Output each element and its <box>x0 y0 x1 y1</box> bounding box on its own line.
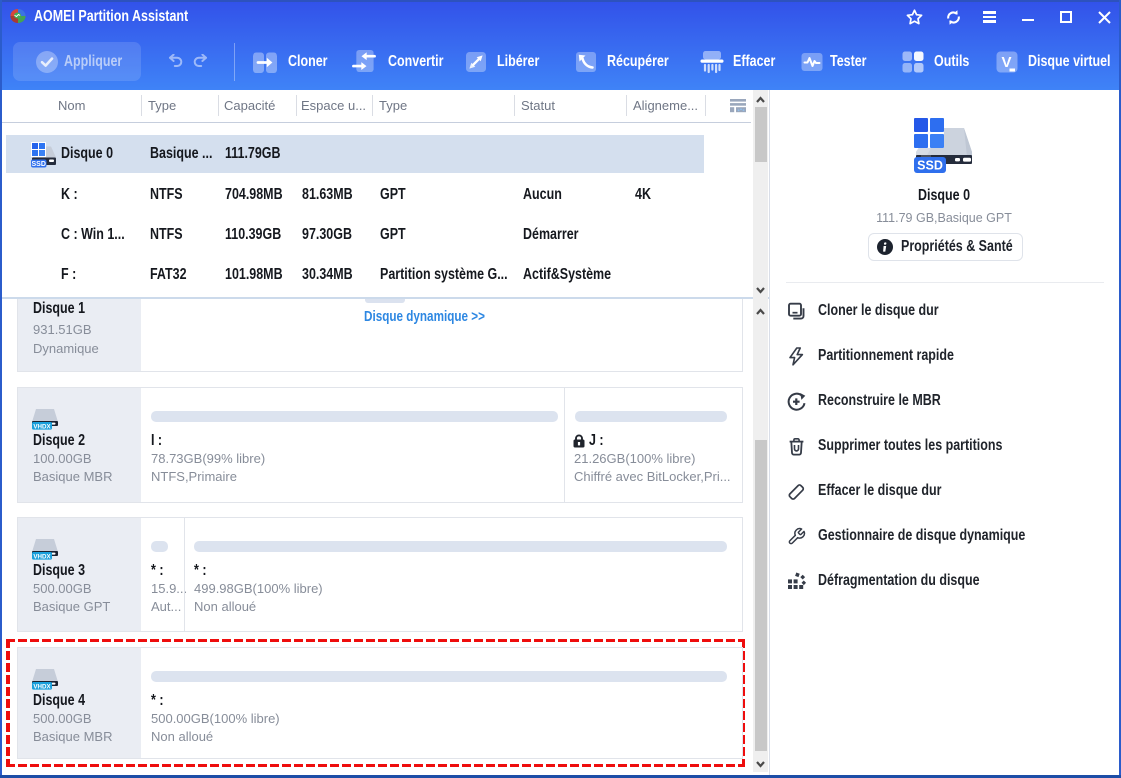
svg-text:SSD: SSD <box>917 159 943 173</box>
svg-text:SSD: SSD <box>31 161 45 168</box>
svg-text:V: V <box>1001 54 1011 71</box>
svg-text:VHDX: VHDX <box>33 553 51 560</box>
svg-text:VHDX: VHDX <box>33 683 51 690</box>
svg-text:VHDX: VHDX <box>33 423 51 430</box>
